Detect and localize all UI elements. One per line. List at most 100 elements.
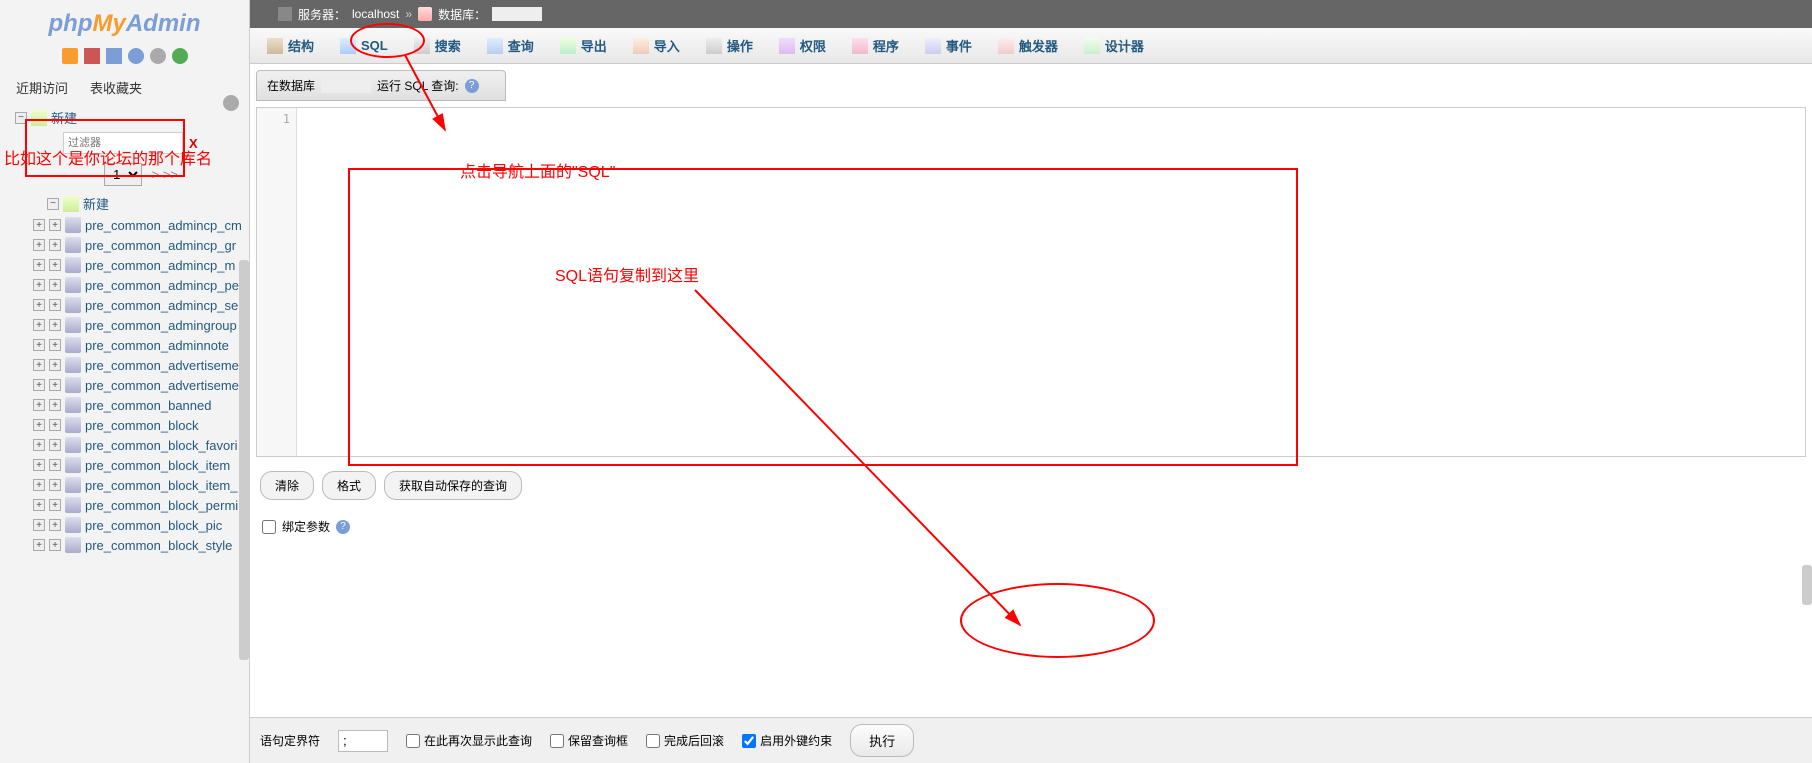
page-select[interactable]: 1 (104, 163, 142, 186)
expand-icon[interactable]: + (49, 339, 61, 351)
expand-icon[interactable]: + (49, 539, 61, 551)
tab-程序[interactable]: 程序 (839, 28, 912, 64)
expand-icon[interactable]: + (49, 499, 61, 511)
expand-icon[interactable]: + (33, 299, 45, 311)
table-row[interactable]: ++pre_common_admincp_cm (33, 215, 249, 235)
expand-icon[interactable]: + (49, 459, 61, 471)
tab-触发器[interactable]: 触发器 (985, 28, 1071, 64)
tab-导入[interactable]: 导入 (620, 28, 693, 64)
tab-查询[interactable]: 查询 (474, 28, 547, 64)
expand-icon[interactable]: + (49, 439, 61, 451)
format-button[interactable]: 格式 (322, 471, 376, 500)
expand-icon[interactable]: + (49, 359, 61, 371)
expand-icon[interactable]: + (33, 479, 45, 491)
table-row[interactable]: ++pre_common_block_item_ (33, 475, 249, 495)
docs-icon[interactable] (106, 48, 122, 64)
table-row[interactable]: ++pre_common_block (33, 415, 249, 435)
tab-设计器[interactable]: 设计器 (1071, 28, 1157, 64)
expand-icon[interactable]: + (33, 239, 45, 251)
execute-button[interactable]: 执行 (850, 724, 914, 757)
expand-icon[interactable]: + (49, 279, 61, 291)
expand-icon[interactable]: + (33, 459, 45, 471)
table-row[interactable]: ++pre_common_admincp_se (33, 295, 249, 315)
collapse-icon[interactable]: − (15, 112, 27, 124)
breadcrumb-sep: » (405, 7, 412, 21)
tree-new-table[interactable]: − 新建 (33, 192, 249, 215)
expand-icon[interactable]: + (33, 419, 45, 431)
tree-new-db[interactable]: − 新建 (15, 106, 249, 129)
reload-icon[interactable] (172, 48, 188, 64)
page-next[interactable]: > >> (152, 167, 178, 182)
tab-搜索[interactable]: 搜索 (401, 28, 474, 64)
expand-icon[interactable]: + (33, 319, 45, 331)
expand-icon[interactable]: + (49, 239, 61, 251)
table-row[interactable]: ++pre_common_block_favori (33, 435, 249, 455)
rollback-checkbox[interactable] (646, 734, 660, 748)
expand-icon[interactable]: + (49, 379, 61, 391)
expand-icon[interactable]: + (33, 379, 45, 391)
help-icon[interactable] (128, 48, 144, 64)
expand-icon[interactable]: + (33, 499, 45, 511)
table-row[interactable]: ++pre_common_admincp_gr (33, 235, 249, 255)
recent-tab[interactable]: 近期访问 (10, 74, 74, 101)
expand-icon[interactable]: + (33, 399, 45, 411)
expand-icon[interactable]: + (33, 519, 45, 531)
tab-结构[interactable]: 结构 (254, 28, 327, 64)
favorites-tab[interactable]: 表收藏夹 (84, 74, 148, 101)
expand-icon[interactable]: + (49, 259, 61, 271)
expand-icon[interactable]: + (33, 439, 45, 451)
table-row[interactable]: ++pre_common_admincp_m (33, 255, 249, 275)
tab-操作[interactable]: 操作 (693, 28, 766, 64)
table-row[interactable]: ++pre_common_admingroup (33, 315, 249, 335)
retain-checkbox[interactable] (550, 734, 564, 748)
table-row[interactable]: ++pre_common_admincp_pe (33, 275, 249, 295)
tab-SQL[interactable]: SQL (327, 28, 401, 64)
logout-icon[interactable] (84, 48, 100, 64)
table-row[interactable]: ++pre_common_block_pic (33, 515, 249, 535)
help-icon[interactable]: ? (465, 79, 479, 93)
clear-button[interactable]: 清除 (260, 471, 314, 500)
expand-icon[interactable]: + (49, 319, 61, 331)
editor-textarea[interactable] (297, 108, 1805, 456)
table-row[interactable]: ++pre_common_block_style (33, 535, 249, 555)
home-icon[interactable] (62, 48, 78, 64)
expand-icon[interactable]: + (49, 299, 61, 311)
expand-icon[interactable]: + (33, 339, 45, 351)
table-row[interactable]: ++pre_common_advertiseme (33, 375, 249, 395)
tab-导出[interactable]: 导出 (547, 28, 620, 64)
autosave-button[interactable]: 获取自动保存的查询 (384, 471, 522, 500)
filter-input[interactable] (63, 132, 183, 154)
fk-checkbox[interactable] (742, 734, 756, 748)
expand-icon[interactable]: + (49, 219, 61, 231)
main-scrollbar[interactable] (1802, 565, 1812, 605)
panel-head-suffix: 运行 SQL 查询: (377, 77, 459, 94)
help-icon[interactable]: ? (336, 520, 350, 534)
table-row[interactable]: ++pre_common_adminnote (33, 335, 249, 355)
table-row[interactable]: ++pre_common_banned (33, 395, 249, 415)
phpmyadmin-logo[interactable]: phpMyAdmin (0, 5, 249, 43)
expand-icon[interactable]: + (49, 419, 61, 431)
expand-icon[interactable]: + (49, 479, 61, 491)
settings-icon[interactable] (150, 48, 166, 64)
tab-权限[interactable]: 权限 (766, 28, 839, 64)
server-name[interactable]: localhost (352, 7, 399, 21)
sidebar-scrollbar[interactable] (239, 260, 249, 660)
filter-clear[interactable]: X (189, 136, 198, 151)
table-row[interactable]: ++pre_common_block_permi (33, 495, 249, 515)
expand-icon[interactable]: + (33, 279, 45, 291)
expand-icon[interactable]: + (49, 519, 61, 531)
show-again-checkbox[interactable] (406, 734, 420, 748)
expand-icon[interactable]: + (33, 359, 45, 371)
table-row[interactable]: ++pre_common_block_item (33, 455, 249, 475)
table-row[interactable]: ++pre_common_advertiseme (33, 355, 249, 375)
tab-事件[interactable]: 事件 (912, 28, 985, 64)
expand-icon[interactable]: + (49, 399, 61, 411)
bind-params-checkbox[interactable] (262, 520, 276, 534)
collapse-icon[interactable]: − (47, 198, 59, 210)
delimiter-input[interactable] (338, 730, 388, 752)
sidebar-settings-icon[interactable] (223, 95, 239, 111)
expand-icon[interactable]: + (33, 539, 45, 551)
expand-icon[interactable]: + (33, 259, 45, 271)
sql-editor[interactable]: 1 (256, 107, 1806, 457)
expand-icon[interactable]: + (33, 219, 45, 231)
